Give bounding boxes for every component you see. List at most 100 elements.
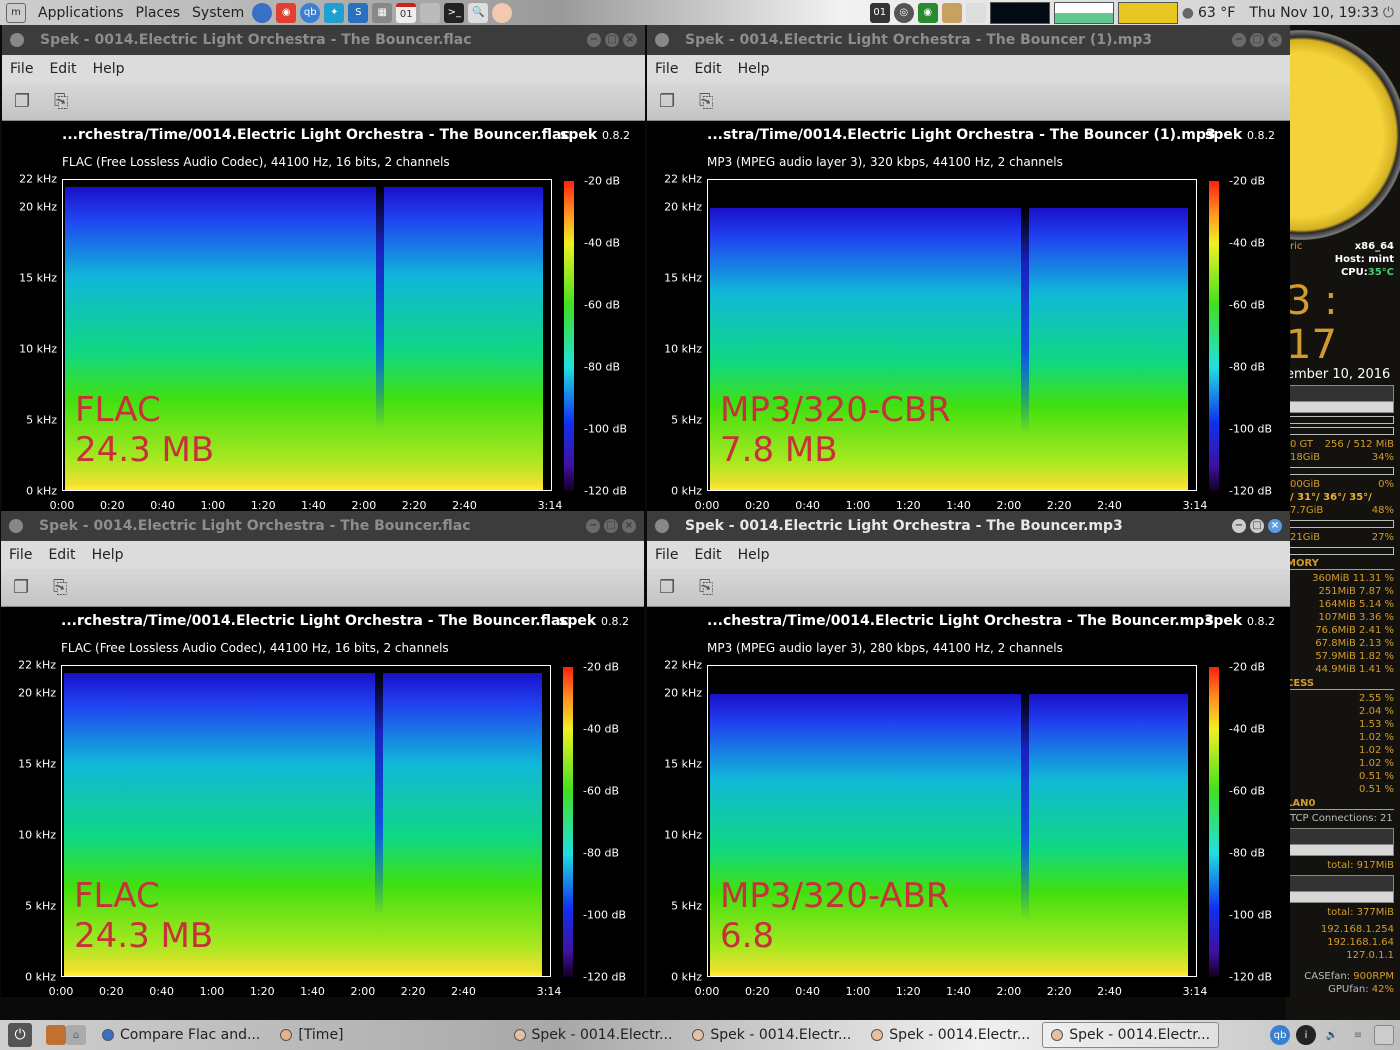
menu-file[interactable]: File xyxy=(10,61,33,77)
qbittorrent-tray-icon[interactable]: qb xyxy=(1270,1025,1290,1045)
datetime[interactable]: Thu Nov 10, 19:33 xyxy=(1249,5,1379,21)
app-version: 0.8.2 xyxy=(602,129,631,142)
app-version: 0.8.2 xyxy=(1247,615,1276,628)
search-icon[interactable]: 🔍 xyxy=(468,2,489,23)
menu-edit[interactable]: Edit xyxy=(694,61,721,77)
spectrogram-view: ...stra/Time/0014.Electric Light Orchest… xyxy=(647,121,1290,512)
save-image-icon[interactable]: ⎘ xyxy=(53,577,75,599)
taskbar-item[interactable]: Spek - 0014.Electr... xyxy=(506,1022,681,1048)
menu-edit[interactable]: Edit xyxy=(48,547,75,563)
nvidia-icon[interactable]: ◉ xyxy=(917,2,938,23)
taskbar-item[interactable]: [Time] xyxy=(272,1022,351,1048)
steam-icon[interactable]: S xyxy=(348,2,369,23)
ip-address: 127.0.1.1 xyxy=(1346,950,1394,961)
cpu-label: CPU: xyxy=(1340,267,1368,278)
signal-icon[interactable]: ≡ xyxy=(1348,1025,1368,1045)
menu-help[interactable]: Help xyxy=(93,61,125,77)
update-tray-icon[interactable]: i xyxy=(1296,1025,1316,1045)
home-icon[interactable]: ⌂ xyxy=(66,1025,86,1045)
kodi-icon[interactable]: ✦ xyxy=(324,2,345,23)
menu-edit[interactable]: Edit xyxy=(49,61,76,77)
menu-places[interactable]: Places xyxy=(136,5,181,21)
disk-pct: 27% xyxy=(1371,532,1394,543)
window-title: Spek - 0014.Electric Light Orchestra - T… xyxy=(685,518,1123,534)
close-button[interactable]: × xyxy=(1268,33,1282,47)
globe-icon[interactable] xyxy=(252,2,273,23)
open-file-icon[interactable]: ❐ xyxy=(659,91,681,113)
db-colorbar xyxy=(1209,667,1219,977)
open-file-icon[interactable]: ❐ xyxy=(13,577,35,599)
menu-file[interactable]: File xyxy=(655,547,678,563)
show-desktop-icon[interactable] xyxy=(46,1025,66,1045)
close-button[interactable]: × xyxy=(622,519,636,533)
mint-menu-icon[interactable]: m xyxy=(6,2,26,23)
close-button[interactable]: × xyxy=(1268,519,1282,533)
taskbar-item[interactable]: Compare Flac and... xyxy=(94,1022,268,1048)
chrome-icon[interactable]: ◉ xyxy=(276,2,297,23)
time-tick-label: 1:20 xyxy=(895,985,921,998)
frequency-tick-label: 10 kHz xyxy=(664,828,702,842)
menu-file[interactable]: File xyxy=(655,61,678,77)
close-button[interactable]: × xyxy=(623,33,637,47)
save-image-icon[interactable]: ⎘ xyxy=(699,91,721,113)
spek-app-icon[interactable] xyxy=(9,519,23,533)
taskbar-item[interactable]: Spek - 0014.Electr... xyxy=(684,1022,859,1048)
spectrogram-view: ...chestra/Time/0014.Electric Light Orch… xyxy=(647,607,1290,998)
window-titlebar[interactable]: Spek - 0014.Electric Light Orchestra - T… xyxy=(647,25,1290,55)
menu-applications[interactable]: Applications xyxy=(38,5,124,21)
menu-help[interactable]: Help xyxy=(92,547,124,563)
minimize-button[interactable]: − xyxy=(587,33,601,47)
db-tick-label: -80 dB xyxy=(583,846,619,860)
speaker-applet-icon[interactable]: ◎ xyxy=(893,2,914,23)
calendar-icon[interactable]: 01 xyxy=(396,2,417,23)
minimize-button[interactable]: − xyxy=(1232,33,1246,47)
codec-info: MP3 (MPEG audio layer 3), 320 kbps, 4410… xyxy=(707,155,1063,169)
frequency-tick-label: 0 kHz xyxy=(671,484,702,498)
menu-help[interactable]: Help xyxy=(738,61,770,77)
window-titlebar[interactable]: Spek - 0014.Electric Light Orchestra - T… xyxy=(1,511,644,541)
mem-pct: 5.14 % xyxy=(1359,599,1394,610)
weather-text[interactable]: 63 °F xyxy=(1198,5,1235,21)
menu-edit[interactable]: Edit xyxy=(694,547,721,563)
maximize-button[interactable]: □ xyxy=(605,33,619,47)
minimize-button[interactable]: − xyxy=(1232,519,1246,533)
qbittorrent-icon[interactable]: qb xyxy=(300,2,321,23)
terminal-icon[interactable]: >_ xyxy=(444,2,465,23)
codec-info: MP3 (MPEG audio layer 3), 280 kbps, 4410… xyxy=(707,641,1063,655)
power-button-icon[interactable]: ⏻ xyxy=(8,1023,32,1047)
menubar: File Edit Help xyxy=(2,55,645,83)
gimp-icon[interactable] xyxy=(420,2,441,23)
menu-file[interactable]: File xyxy=(9,547,32,563)
db-colorbar xyxy=(564,181,574,491)
taskbar-item[interactable]: Spek - 0014.Electr... xyxy=(863,1022,1038,1048)
window-titlebar[interactable]: Spek - 0014.Electric Light Orchestra - T… xyxy=(2,25,645,55)
db-tick-label: -20 dB xyxy=(583,660,619,674)
network-manager-icon[interactable] xyxy=(965,2,986,23)
maximize-button[interactable]: □ xyxy=(1250,33,1264,47)
save-image-icon[interactable]: ⎘ xyxy=(699,577,721,599)
spek-app-icon[interactable] xyxy=(655,519,669,533)
frequency-tick-label: 10 kHz xyxy=(664,342,702,356)
spek-app-icon[interactable] xyxy=(655,33,669,47)
menu-system[interactable]: System xyxy=(192,5,244,21)
workspace-switcher[interactable] xyxy=(1374,1025,1394,1045)
taskbar-item[interactable]: Spek - 0014.Electr... xyxy=(1042,1022,1220,1048)
calendar-applet-icon[interactable]: 01 xyxy=(869,2,890,23)
cpu-pct: 1.53 % xyxy=(1359,719,1394,730)
file-path: ...stra/Time/0014.Electric Light Orchest… xyxy=(707,127,1216,143)
volume-icon[interactable]: 🔊 xyxy=(1322,1025,1342,1045)
maximize-button[interactable]: □ xyxy=(604,519,618,533)
open-file-icon[interactable]: ❐ xyxy=(14,91,36,113)
menu-help[interactable]: Help xyxy=(738,547,770,563)
power-icon[interactable]: ⏻ xyxy=(1383,5,1394,21)
open-file-icon[interactable]: ❐ xyxy=(659,577,681,599)
file-path: ...rchestra/Time/0014.Electric Light Orc… xyxy=(62,127,570,143)
save-image-icon[interactable]: ⎘ xyxy=(54,91,76,113)
spek-app-icon[interactable] xyxy=(10,33,24,47)
package-icon[interactable] xyxy=(941,2,962,23)
maximize-button[interactable]: □ xyxy=(1250,519,1264,533)
window-titlebar[interactable]: Spek - 0014.Electric Light Orchestra - T… xyxy=(647,511,1290,541)
minimize-button[interactable]: − xyxy=(586,519,600,533)
pidgin-icon[interactable] xyxy=(492,2,513,23)
calculator-icon[interactable]: ▦ xyxy=(372,2,393,23)
